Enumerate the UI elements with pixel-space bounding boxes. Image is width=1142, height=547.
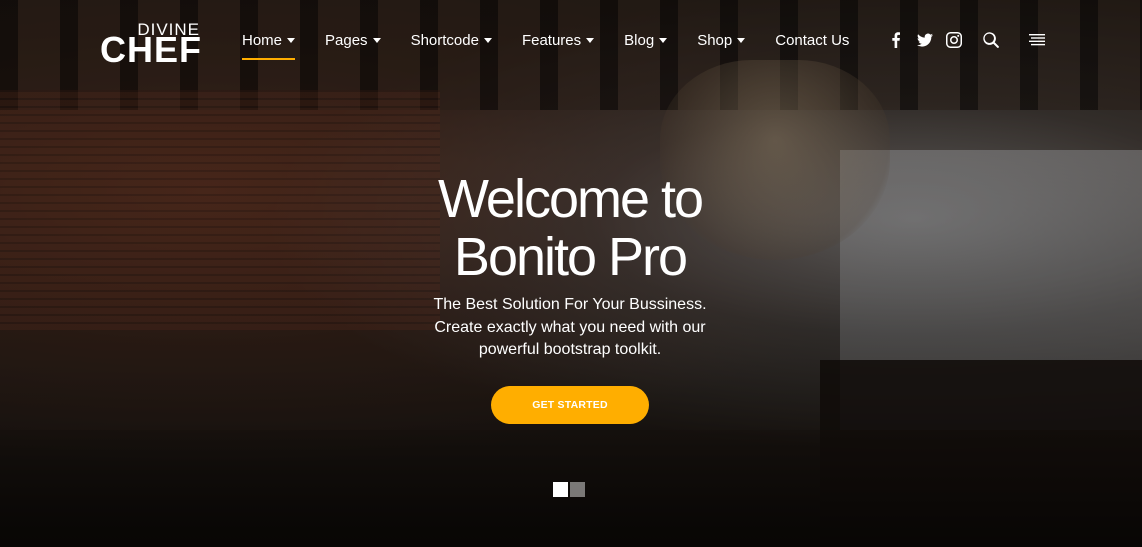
slider-dot[interactable]: [570, 482, 585, 497]
hero-subtitle-line-3: powerful bootstrap toolkit.: [478, 341, 662, 358]
hero-title-line-2: Bonito Pro: [453, 227, 688, 287]
hero-title: Welcome to Bonito Pro: [370, 170, 770, 286]
nav-item-label: Contact Us: [775, 31, 850, 49]
nav-item-label: Features: [521, 31, 582, 49]
nav-item-pages[interactable]: Pages: [325, 30, 381, 50]
nav-item-shortcode[interactable]: Shortcode: [411, 30, 492, 50]
header-icons: [887, 31, 1046, 49]
nav-item-label: Blog: [624, 31, 655, 49]
caret-down-icon: [372, 38, 381, 43]
slider-dot-active[interactable]: [553, 482, 568, 497]
nav-item-blog[interactable]: Blog: [624, 30, 668, 50]
hero-content: Welcome to Bonito Pro The Best Solution …: [370, 170, 770, 424]
brand-logo[interactable]: DIVINE CHEF: [100, 20, 202, 68]
hero-title-line-1: Welcome to: [437, 169, 704, 229]
nav-item-label: Shortcode: [410, 31, 479, 49]
site-header: DIVINE CHEF Home Pages Shortcode Feature…: [0, 0, 1142, 80]
hero-subtitle: The Best Solution For Your Bussiness. Cr…: [370, 294, 770, 362]
twitter-icon[interactable]: [916, 31, 934, 49]
caret-down-icon: [483, 38, 492, 43]
search-icon[interactable]: [982, 31, 1000, 49]
instagram-icon[interactable]: [945, 31, 963, 49]
slider-pagination: [553, 482, 587, 497]
menu-icon[interactable]: [1028, 31, 1046, 49]
hero-subtitle-line-1: The Best Solution For Your Bussiness.: [433, 296, 707, 313]
nav-item-shop[interactable]: Shop: [697, 30, 746, 50]
nav-item-features[interactable]: Features: [521, 30, 595, 50]
nav-item-label: Shop: [697, 31, 733, 49]
hero-subtitle-line-2: Create exactly what you need with our: [434, 318, 706, 336]
nav-item-home[interactable]: Home: [242, 30, 296, 60]
caret-down-icon: [287, 38, 296, 43]
main-nav: Home Pages Shortcode Features Blog Shop …: [242, 30, 849, 60]
caret-down-icon: [586, 38, 595, 43]
caret-down-icon: [737, 38, 746, 43]
get-started-button[interactable]: GET STARTED: [491, 385, 649, 424]
logo-main-text: CHEF: [100, 29, 202, 70]
caret-down-icon: [659, 38, 668, 43]
facebook-icon[interactable]: [887, 31, 905, 49]
nav-item-contact-us[interactable]: Contact Us: [775, 30, 849, 50]
nav-item-label: Pages: [325, 31, 368, 49]
nav-item-label: Home: [242, 31, 283, 49]
